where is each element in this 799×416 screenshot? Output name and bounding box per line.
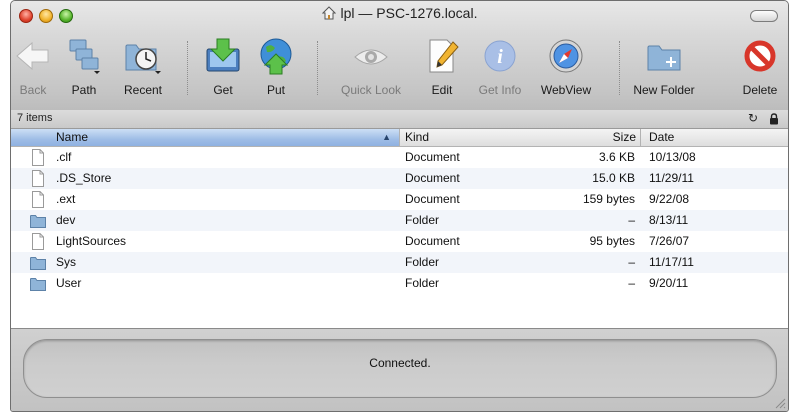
edit-button[interactable]: Edit [424, 37, 460, 101]
file-name: .DS_Store [56, 171, 112, 185]
file-name: User [56, 276, 82, 290]
file-name: dev [56, 213, 76, 227]
new-folder-button[interactable]: New Folder [631, 37, 697, 101]
file-date: 11/17/11 [649, 255, 694, 269]
table-row[interactable]: Sys Folder –11/17/11 [11, 252, 788, 273]
eye-icon [354, 49, 388, 65]
get-info-button[interactable]: i Get Info [474, 37, 526, 101]
window-title-area: lpl — PSC-1276.local. [11, 5, 788, 23]
webview-button[interactable]: WebView [537, 37, 595, 101]
window-title: lpl — PSC-1276.local. [340, 5, 478, 21]
svg-text:i: i [497, 46, 503, 68]
get-button[interactable]: Get [202, 37, 244, 101]
file-name: Sys [56, 255, 77, 269]
file-date: 8/13/11 [649, 213, 689, 227]
column-header-name[interactable]: Name ▲ [11, 129, 399, 146]
file-date: 11/29/11 [649, 171, 694, 185]
file-size: 159 bytes [582, 192, 635, 206]
file-name: LightSources [56, 234, 127, 248]
table-header: Name ▲ Kind Size Date [11, 129, 788, 147]
download-icon [206, 38, 240, 72]
column-header-date[interactable]: Date [641, 129, 788, 146]
table-row[interactable]: .ext Document 159 bytes 9/22/08 [11, 189, 788, 210]
document-icon [32, 191, 44, 208]
toolbar: Back Path Recent Get Put Quick Look Edit… [11, 37, 788, 101]
file-kind: Folder [405, 276, 440, 290]
file-kind: Document [405, 192, 460, 206]
titlebar-toolbar: lpl — PSC-1276.local. Back Path Recent G… [11, 1, 788, 111]
file-date: 9/22/08 [649, 192, 690, 206]
info-icon: i [484, 40, 516, 72]
lock-icon[interactable] [769, 113, 779, 125]
file-size: – [628, 213, 635, 227]
toolbar-separator [317, 41, 318, 95]
sort-ascending-icon: ▲ [382, 132, 391, 142]
connection-status-panel: Connected. [23, 339, 777, 398]
file-kind: Folder [405, 255, 440, 269]
back-arrow-icon [16, 41, 49, 71]
upload-globe-icon [260, 38, 292, 75]
info-bar: 7 items ↻ [11, 110, 788, 129]
table-row[interactable]: .clf Document 3.6 KB 10/13/08 [11, 147, 788, 168]
compass-icon [549, 39, 583, 73]
refresh-icon[interactable]: ↻ [748, 111, 758, 125]
file-size: 95 bytes [589, 234, 635, 248]
table-row[interactable]: .DS_Store Document 15.0 KB 11/29/11 [11, 168, 788, 189]
document-icon [32, 170, 44, 187]
file-kind: Document [405, 171, 460, 185]
table-row[interactable]: LightSources Document 95 bytes 7/26/07 [11, 231, 788, 252]
file-date: 7/26/07 [649, 234, 690, 248]
file-kind: Document [405, 234, 460, 248]
bottom-status-area: Connected. [11, 329, 788, 411]
toolbar-separator [619, 41, 620, 95]
new-folder-icon [647, 45, 681, 71]
file-kind: Folder [405, 213, 440, 227]
document-icon [32, 233, 44, 250]
put-button[interactable]: Put [256, 37, 296, 101]
toolbar-toggle-button[interactable] [750, 10, 778, 22]
quick-look-button[interactable]: Quick Look [331, 37, 411, 101]
file-date: 10/13/08 [649, 150, 696, 164]
delete-button[interactable]: Delete [737, 37, 783, 101]
file-kind: Document [405, 150, 460, 164]
recent-clock-folder-icon [125, 44, 161, 74]
home-icon [321, 6, 336, 23]
column-header-kind[interactable]: Kind [400, 129, 569, 146]
file-size: – [628, 255, 635, 269]
file-date: 9/20/11 [649, 276, 689, 290]
path-button[interactable]: Path [59, 37, 109, 101]
table-row[interactable]: dev Folder –8/13/11 [11, 210, 788, 231]
resize-grip-icon[interactable] [774, 397, 786, 409]
file-list: Name ▲ Kind Size Date .clf Document 3.6 KB… [11, 129, 788, 329]
edit-pencil-icon [429, 39, 459, 73]
file-size: 3.6 KB [598, 150, 635, 164]
back-button[interactable]: Back [15, 37, 51, 101]
table-row[interactable]: User Folder –9/20/11 [11, 273, 788, 294]
toolbar-separator [187, 41, 188, 95]
folder-icon [30, 278, 46, 291]
connection-status-text: Connected. [369, 356, 431, 370]
column-header-size[interactable]: Size [569, 129, 640, 146]
recent-button[interactable]: Recent [114, 37, 172, 101]
ftp-window: lpl — PSC-1276.local. Back Path Recent G… [10, 0, 789, 412]
file-size: 15.0 KB [592, 171, 635, 185]
document-icon [32, 149, 44, 166]
delete-prohibited-icon [744, 40, 776, 72]
folder-icon [30, 257, 46, 270]
file-size: – [628, 276, 635, 290]
path-folders-icon [69, 39, 100, 74]
folder-icon [30, 215, 46, 228]
file-name: .ext [56, 192, 76, 206]
file-name: .clf [56, 150, 72, 164]
items-count: 7 items [17, 112, 53, 124]
